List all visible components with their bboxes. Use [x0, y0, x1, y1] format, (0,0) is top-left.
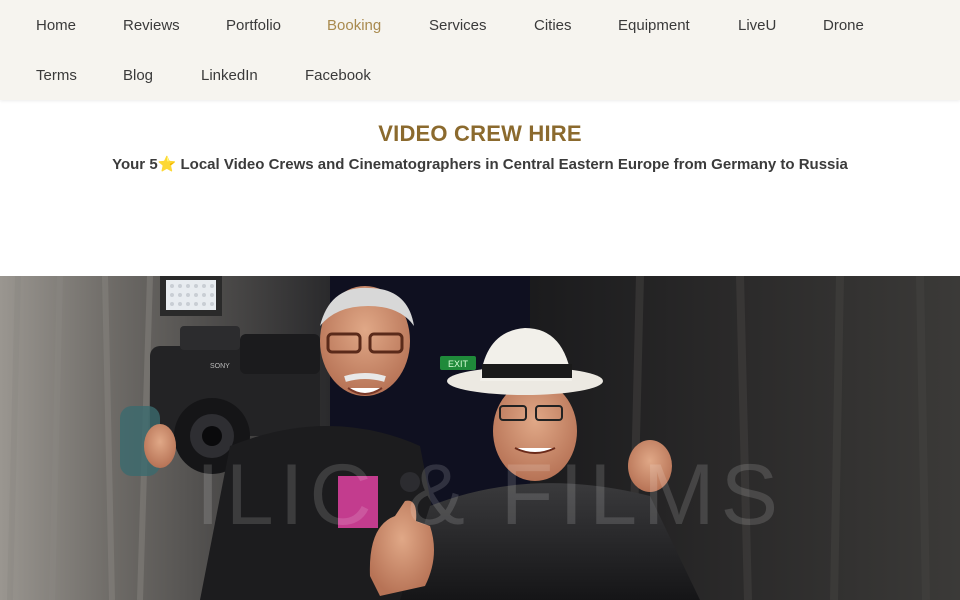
nav-item-blog[interactable]: Blog	[123, 50, 153, 100]
nav-item-liveu[interactable]: LiveU	[738, 0, 776, 50]
hero-illustration: EXIT SONY	[0, 276, 960, 600]
exit-sign-text: EXIT	[448, 359, 469, 369]
hero-photo: EXIT SONY ILIC & FILMS	[0, 276, 960, 600]
nav-row-2: Terms Blog LinkedIn Facebook	[0, 50, 960, 100]
nav-item-equipment[interactable]: Equipment	[618, 0, 690, 50]
nav-item-portfolio[interactable]: Portfolio	[226, 0, 281, 50]
nav-item-cities[interactable]: Cities	[534, 0, 572, 50]
nav-item-linkedin[interactable]: LinkedIn	[201, 50, 258, 100]
nav-item-booking[interactable]: Booking	[327, 0, 381, 50]
nav-item-drone[interactable]: Drone	[823, 0, 864, 50]
main-navigation: Home Reviews Portfolio Booking Services …	[0, 0, 960, 100]
watermark-text: ILIC & FILMS	[195, 447, 785, 543]
nav-item-services[interactable]: Services	[429, 0, 487, 50]
site-title: VIDEO CREW HIRE	[378, 121, 582, 146]
nav-item-terms[interactable]: Terms	[36, 50, 77, 100]
site-subtitle: Your 5⭐ Local Video Crews and Cinematogr…	[112, 156, 848, 173]
nav-item-home[interactable]: Home	[36, 0, 76, 50]
nav-row-1: Home Reviews Portfolio Booking Services …	[0, 0, 960, 50]
nav-item-facebook[interactable]: Facebook	[305, 50, 371, 100]
camera-brand-text: SONY	[210, 363, 230, 370]
nav-item-reviews[interactable]: Reviews	[123, 0, 180, 50]
